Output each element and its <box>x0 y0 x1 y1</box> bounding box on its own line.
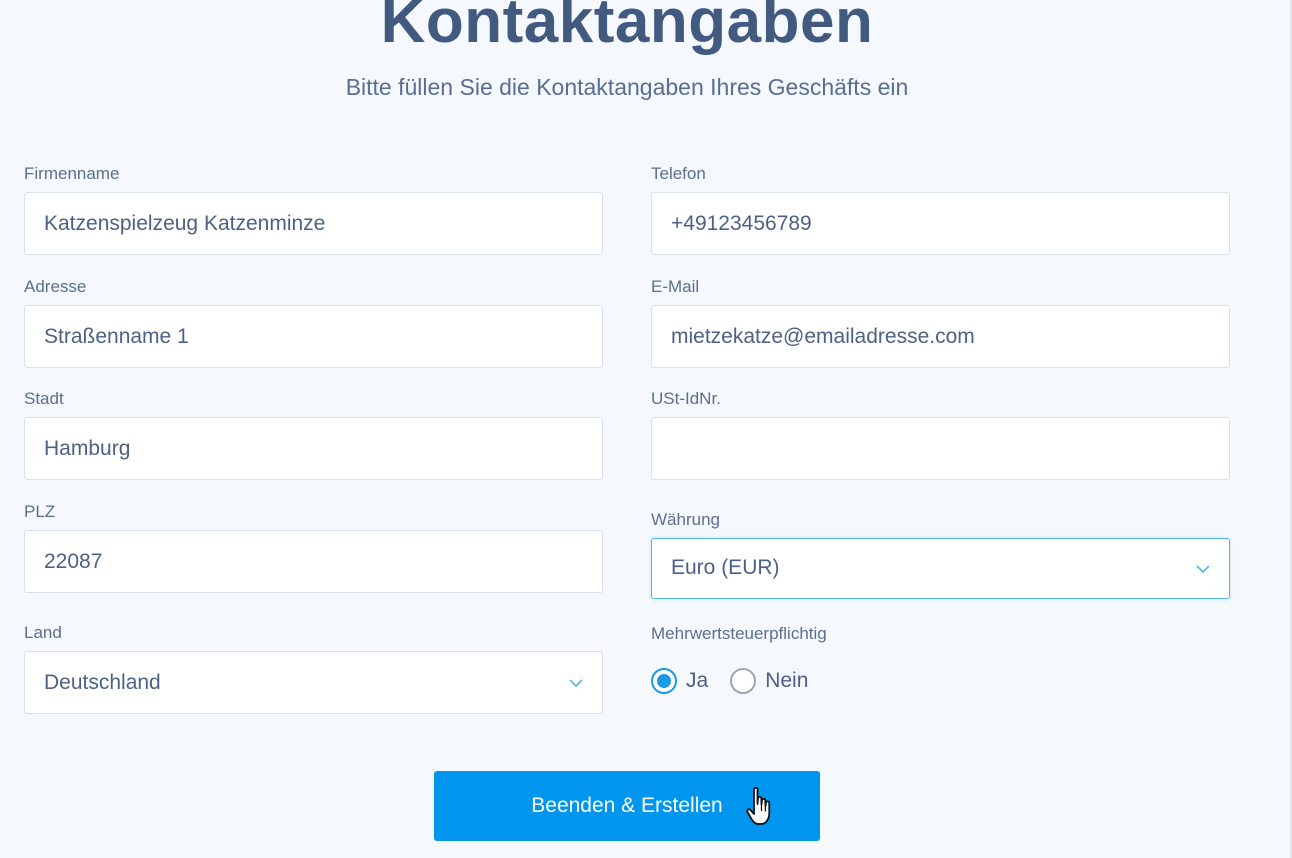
country-field-group: Land Deutschland <box>24 623 603 714</box>
currency-select[interactable]: Euro (EUR) <box>651 538 1230 599</box>
radio-option-ja[interactable]: Ja <box>651 668 708 694</box>
company-field-group: Firmenname Katzenspielzeug Katzenminze <box>24 164 603 255</box>
vat-id-label: USt-IdNr. <box>651 389 721 408</box>
zip-input[interactable]: 22087 <box>24 530 603 593</box>
vat-liable-label: Mehrwertsteuerpflichtig <box>651 624 827 643</box>
city-label: Stadt <box>24 389 64 408</box>
page: Kontaktangaben Bitte füllen Sie die Kont… <box>0 0 1292 858</box>
address-label: Adresse <box>24 277 87 296</box>
phone-input[interactable]: +49123456789 <box>651 192 1230 255</box>
country-select-value: Deutschland <box>44 671 161 694</box>
currency-select-value: Euro (EUR) <box>671 556 780 579</box>
currency-label: Währung <box>651 510 720 529</box>
phone-label: Telefon <box>651 164 706 183</box>
radio-ja[interactable] <box>651 668 677 694</box>
city-input[interactable]: Hamburg <box>24 417 603 480</box>
email-label: E-Mail <box>651 277 700 296</box>
vat-id-input[interactable] <box>651 417 1230 480</box>
page-title: Kontaktangaben <box>380 0 874 56</box>
radio-ja-label[interactable]: Ja <box>686 669 708 693</box>
page-subtitle: Bitte füllen Sie die Kontaktangaben Ihre… <box>345 74 909 100</box>
radio-nein[interactable] <box>730 668 757 694</box>
country-select[interactable]: Deutschland <box>24 651 603 714</box>
vat-id-field-group: USt-IdNr. <box>651 389 1230 480</box>
company-input[interactable]: Katzenspielzeug Katzenminze <box>24 192 603 255</box>
chevron-down-icon <box>569 678 583 687</box>
vat-liable-field-group: Mehrwertsteuerpflichtig <box>651 624 1230 644</box>
address-input[interactable]: Straßenname 1 <box>24 305 603 368</box>
currency-field-group: Währung Euro (EUR) <box>651 510 1230 599</box>
email-field-group: E-Mail mietzekatze@emailadresse.com <box>651 277 1230 368</box>
chevron-down-icon <box>1196 564 1210 573</box>
zip-field-group: PLZ 22087 <box>24 502 603 593</box>
city-field-group: Stadt Hamburg <box>24 389 603 480</box>
country-label: Land <box>24 623 62 642</box>
radio-nein-label[interactable]: Nein <box>765 669 808 693</box>
email-input[interactable]: mietzekatze@emailadresse.com <box>651 305 1230 368</box>
company-label: Firmenname <box>24 164 120 183</box>
radio-option-nein[interactable]: Nein <box>730 668 808 694</box>
vat-liable-radio-group: Ja Nein <box>651 668 830 694</box>
address-field-group: Adresse Straßenname 1 <box>24 277 603 368</box>
zip-label: PLZ <box>24 502 56 521</box>
phone-field-group: Telefon +49123456789 <box>651 164 1230 255</box>
hand-pointer-icon <box>746 786 771 825</box>
